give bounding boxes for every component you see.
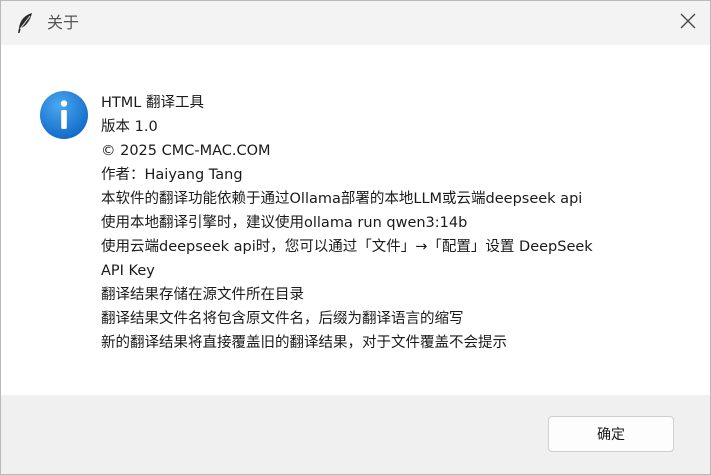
message-line-dependency: 本软件的翻译功能依赖于通过Ollama部署的本地LLM或云端deepseek a… — [101, 191, 583, 207]
message-line-version: 版本 1.0 — [101, 119, 158, 135]
message-line-output-dir: 翻译结果存储在源文件所在目录 — [101, 287, 304, 303]
message-line-author: 作者：Haiyang Tang — [101, 167, 243, 183]
about-message: HTML 翻译工具 版本 1.0 © 2025 CMC-MAC.COM 作者：H… — [101, 91, 701, 355]
message-line-cloud-api: 使用云端deepseek api时，您可以通过「文件」→「配置」设置 DeepS… — [101, 239, 593, 255]
message-line-output-name: 翻译结果文件名将包含原文件名，后缀为翻译语言的缩写 — [101, 311, 464, 327]
feather-icon — [15, 12, 35, 34]
message-line-local-engine: 使用本地翻译引擎时，建议使用ollama run qwen3:14b — [101, 215, 468, 231]
dialog-footer: 确定 — [1, 395, 710, 474]
title-bar[interactable]: 关于 — [1, 1, 710, 45]
close-icon — [680, 13, 696, 33]
dialog-content: HTML 翻译工具 版本 1.0 © 2025 CMC-MAC.COM 作者：H… — [1, 45, 710, 395]
message-line-app-name: HTML 翻译工具 — [101, 95, 204, 111]
close-button[interactable] — [666, 1, 710, 45]
window-title: 关于 — [47, 13, 80, 32]
message-line-api-key: API Key — [101, 263, 155, 279]
message-line-copyright: © 2025 CMC-MAC.COM — [101, 143, 271, 159]
info-icon — [39, 90, 89, 140]
message-line-overwrite: 新的翻译结果将直接覆盖旧的翻译结果，对于文件覆盖不会提示 — [101, 335, 507, 351]
ok-button[interactable]: 确定 — [548, 416, 674, 452]
about-dialog-window: 关于 HTML 翻译工具 版本 1.0 © 2025 CMC-MAC.COM 作… — [0, 0, 711, 475]
